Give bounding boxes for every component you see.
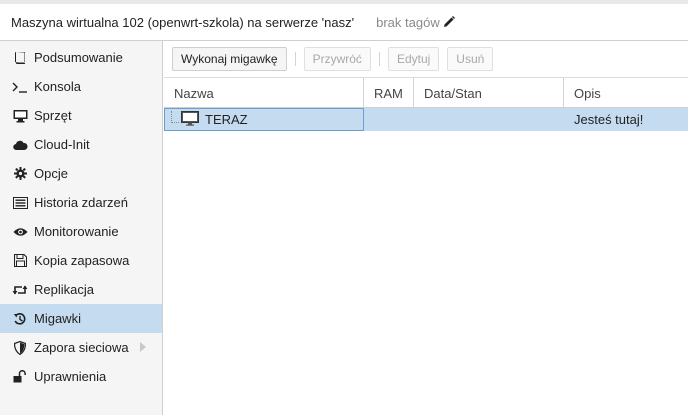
toolbar-separator bbox=[378, 52, 380, 66]
rollback-button[interactable]: Przywróć bbox=[303, 47, 371, 71]
history-icon bbox=[12, 311, 28, 327]
sidebar-item-hardware[interactable]: Sprzęt bbox=[0, 101, 162, 130]
sidebar-item-label: Replikacja bbox=[34, 282, 94, 297]
floppy-icon bbox=[12, 253, 28, 269]
list-icon bbox=[12, 195, 28, 211]
sidebar: Podsumowanie Konsola Sprzęt Cloud-Init O… bbox=[0, 41, 163, 415]
column-header-ram[interactable]: RAM bbox=[364, 78, 414, 108]
column-header-name[interactable]: Nazwa bbox=[164, 78, 364, 108]
sidebar-item-snapshots[interactable]: Migawki bbox=[0, 304, 162, 333]
sidebar-item-label: Opcje bbox=[34, 166, 68, 181]
snapshot-tree: TERAZ Jesteś tutaj! bbox=[164, 108, 688, 415]
sidebar-item-label: Uprawnienia bbox=[34, 369, 107, 384]
sidebar-item-label: Monitorowanie bbox=[34, 224, 119, 239]
column-header-description[interactable]: Opis bbox=[564, 78, 688, 108]
toolbar: Wykonaj migawkę Przywróć Edytuj Usuń bbox=[164, 41, 688, 78]
sidebar-item-console[interactable]: Konsola bbox=[0, 72, 162, 101]
snapshot-date-cell bbox=[414, 108, 564, 131]
title-bar: Maszyna wirtualna 102 (openwrt-szkola) n… bbox=[0, 0, 688, 41]
snapshot-ram-cell bbox=[364, 108, 414, 131]
sidebar-item-permissions[interactable]: Uprawnienia bbox=[0, 362, 162, 391]
monitor-icon bbox=[181, 110, 199, 129]
sidebar-item-label: Cloud-Init bbox=[34, 137, 90, 152]
pencil-icon[interactable] bbox=[443, 16, 455, 28]
eye-icon bbox=[12, 224, 28, 240]
toolbar-separator bbox=[294, 52, 296, 66]
sidebar-item-label: Migawki bbox=[34, 311, 81, 326]
tags-area[interactable]: brak tagów bbox=[376, 15, 455, 30]
sidebar-item-replication[interactable]: Replikacja bbox=[0, 275, 162, 304]
sidebar-item-options[interactable]: Opcje bbox=[0, 159, 162, 188]
sidebar-item-label: Kopia zapasowa bbox=[34, 253, 130, 268]
sidebar-item-summary[interactable]: Podsumowanie bbox=[0, 43, 162, 72]
shield-icon bbox=[12, 340, 28, 356]
gear-icon bbox=[12, 166, 28, 182]
grid-header: Nazwa RAM Data/Stan Opis bbox=[164, 78, 688, 108]
snapshot-name-cell[interactable]: TERAZ bbox=[164, 108, 364, 131]
sidebar-item-label: Sprzęt bbox=[34, 108, 72, 123]
table-row[interactable]: TERAZ Jesteś tutaj! bbox=[164, 108, 688, 131]
unlock-icon bbox=[12, 369, 28, 385]
sidebar-item-label: Konsola bbox=[34, 79, 81, 94]
sidebar-item-task-history[interactable]: Historia zdarzeń bbox=[0, 188, 162, 217]
sidebar-item-firewall[interactable]: Zapora sieciowa bbox=[0, 333, 162, 362]
retweet-icon bbox=[12, 282, 28, 298]
monitor-icon bbox=[12, 108, 28, 124]
terminal-icon bbox=[12, 79, 28, 95]
tags-label: brak tagów bbox=[376, 14, 440, 30]
snapshot-name: TERAZ bbox=[205, 112, 248, 127]
sidebar-item-label: Zapora sieciowa bbox=[34, 340, 129, 355]
column-header-date[interactable]: Data/Stan bbox=[414, 78, 564, 108]
edit-button[interactable]: Edytuj bbox=[387, 47, 440, 71]
tree-connector bbox=[171, 110, 179, 123]
take-snapshot-button[interactable]: Wykonaj migawkę bbox=[172, 47, 287, 71]
sidebar-item-label: Historia zdarzeń bbox=[34, 195, 128, 210]
chevron-right-icon[interactable] bbox=[140, 342, 146, 352]
sidebar-item-label: Podsumowanie bbox=[34, 50, 123, 65]
cloud-icon bbox=[12, 137, 28, 153]
sidebar-item-monitor[interactable]: Monitorowanie bbox=[0, 217, 162, 246]
sidebar-item-cloud-init[interactable]: Cloud-Init bbox=[0, 130, 162, 159]
book-icon bbox=[12, 50, 28, 66]
sidebar-item-backup[interactable]: Kopia zapasowa bbox=[0, 246, 162, 275]
remove-button[interactable]: Usuń bbox=[447, 47, 494, 71]
page-title: Maszyna wirtualna 102 (openwrt-szkola) n… bbox=[11, 14, 355, 30]
snapshot-description: Jesteś tutaj! bbox=[574, 112, 644, 127]
